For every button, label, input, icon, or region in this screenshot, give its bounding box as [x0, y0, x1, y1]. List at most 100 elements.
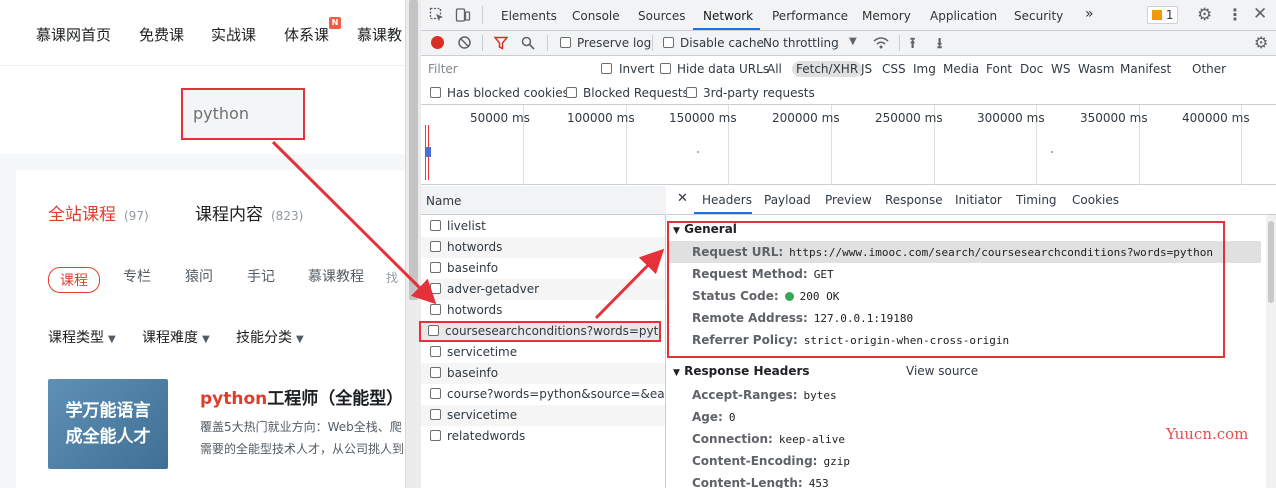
type-all[interactable]: All: [767, 62, 782, 76]
nav-practical-courses[interactable]: 实战课: [211, 24, 256, 45]
close-details-icon[interactable]: ✕: [677, 191, 688, 206]
type-fetch-xhr[interactable]: Fetch/XHR: [792, 61, 863, 77]
type-font[interactable]: Font: [986, 62, 1012, 76]
type-img[interactable]: Img: [913, 62, 936, 76]
device-toolbar-icon[interactable]: [455, 7, 471, 23]
timeline-request-bar: [426, 147, 431, 157]
timeline-request-bar: [1051, 151, 1053, 153]
nav-home[interactable]: 慕课网首页: [36, 24, 111, 45]
dtab-payload[interactable]: Payload: [764, 193, 811, 207]
filter-course-type[interactable]: 课程类型 ▼: [48, 327, 116, 347]
search-icon[interactable]: [521, 36, 535, 50]
settings-gear-icon[interactable]: ⚙: [1197, 5, 1212, 25]
type-manifest[interactable]: Manifest: [1120, 62, 1171, 76]
timeline-tick-label: 50000 ms: [470, 111, 530, 125]
filter-difficulty-label: 课程难度: [142, 330, 198, 346]
request-row[interactable]: livelist: [421, 216, 665, 237]
course-thumbnail[interactable]: 学万能语言 成全能人才: [48, 379, 168, 469]
details-scrollbar[interactable]: [1266, 215, 1276, 488]
dtab-timing[interactable]: Timing: [1016, 193, 1057, 207]
preserve-log-checkbox[interactable]: [560, 37, 571, 48]
network-conditions-icon[interactable]: [872, 35, 890, 51]
inspect-element-icon[interactable]: [429, 7, 445, 23]
filter-skill[interactable]: 技能分类 ▼: [236, 327, 304, 347]
pill-columns[interactable]: 专栏: [123, 266, 151, 286]
clear-icon[interactable]: [457, 35, 472, 50]
network-settings-gear-icon[interactable]: ⚙: [1254, 33, 1268, 52]
page-scrollbar-thumb[interactable]: [409, 0, 418, 300]
third-party-checkbox[interactable]: [686, 87, 697, 98]
type-media[interactable]: Media: [943, 62, 979, 76]
record-icon[interactable]: [431, 36, 444, 49]
tab-sources[interactable]: Sources: [638, 9, 685, 23]
pill-courses[interactable]: 课程: [48, 267, 100, 293]
request-row[interactable]: coursesearchconditions?words=python: [419, 321, 661, 342]
hide-data-urls-checkbox[interactable]: [660, 63, 671, 74]
type-css[interactable]: CSS: [882, 62, 906, 76]
request-type-icon: [430, 367, 441, 378]
nav-free-courses[interactable]: 免费课: [139, 24, 184, 45]
network-overview-timeline[interactable]: 50000 ms 100000 ms 150000 ms 200000 ms 2…: [421, 105, 1276, 185]
watermark: Yuucn.com: [1166, 425, 1249, 443]
export-har-icon[interactable]: ⭳: [937, 33, 942, 58]
request-row[interactable]: course?words=python&source=&easy...: [421, 384, 665, 405]
request-row[interactable]: baseinfo: [421, 363, 665, 384]
tab-memory[interactable]: Memory: [862, 9, 911, 23]
type-doc[interactable]: Doc: [1020, 62, 1043, 76]
request-type-icon: [430, 430, 441, 441]
site-search-input[interactable]: python: [181, 88, 305, 140]
dtab-headers[interactable]: Headers: [702, 193, 752, 207]
request-row[interactable]: adver-getadver: [421, 279, 665, 300]
more-tabs-icon[interactable]: »: [1085, 6, 1094, 22]
request-row[interactable]: baseinfo: [421, 258, 665, 279]
type-js[interactable]: JS: [861, 62, 872, 76]
filter-difficulty[interactable]: 课程难度 ▼: [142, 327, 210, 347]
kebab-menu-icon[interactable]: ⋮: [1227, 5, 1243, 24]
nav-tutorials[interactable]: 慕课教: [357, 24, 402, 45]
filter-input[interactable]: Filter: [425, 60, 589, 78]
dtab-response[interactable]: Response: [885, 193, 943, 207]
course-title[interactable]: python工程师（全能型）: [200, 384, 403, 409]
request-row[interactable]: hotwords: [421, 237, 665, 258]
invert-checkbox[interactable]: [601, 63, 612, 74]
nav-system-courses[interactable]: 体系课 N: [284, 17, 342, 45]
tab-application[interactable]: Application: [930, 9, 997, 23]
tab-course-content[interactable]: 课程内容 (823): [195, 200, 303, 225]
request-row[interactable]: servicetime: [421, 405, 665, 426]
dtab-cookies[interactable]: Cookies: [1072, 193, 1119, 207]
pill-notes[interactable]: 手记: [247, 266, 275, 286]
request-row[interactable]: servicetime: [421, 342, 665, 363]
name-column-header[interactable]: Name: [421, 186, 666, 215]
view-source-link[interactable]: View source: [906, 364, 978, 378]
disable-cache-checkbox[interactable]: [663, 37, 674, 48]
header-key: Content-Length:: [692, 476, 803, 488]
filter-funnel-icon[interactable]: [494, 36, 508, 50]
close-devtools-icon[interactable]: ✕: [1253, 4, 1267, 24]
issues-badge[interactable]: 1: [1147, 6, 1179, 24]
tab-network[interactable]: Network: [703, 9, 753, 23]
details-scrollbar-thumb[interactable]: [1268, 221, 1274, 303]
pill-qa[interactable]: 猿问: [185, 266, 213, 286]
page-scrollbar[interactable]: [405, 0, 421, 488]
dtab-initiator[interactable]: Initiator: [955, 193, 1002, 207]
request-type-icon: [428, 325, 439, 336]
request-row[interactable]: relatedwords: [421, 426, 665, 447]
request-row[interactable]: hotwords: [421, 300, 665, 321]
tab-all-courses[interactable]: 全站课程 (97): [48, 200, 149, 225]
pill-tutorials[interactable]: 慕课教程: [308, 266, 364, 286]
tab-console[interactable]: Console: [572, 9, 620, 23]
response-headers-section-header[interactable]: ▼ Response Headers: [673, 364, 810, 378]
type-ws[interactable]: WS: [1051, 62, 1070, 76]
blocked-cookies-checkbox[interactable]: [430, 87, 441, 98]
tab-elements[interactable]: Elements: [501, 9, 557, 23]
type-wasm[interactable]: Wasm: [1078, 62, 1114, 76]
dtab-preview[interactable]: Preview: [825, 193, 872, 207]
import-har-icon[interactable]: ⭱: [910, 33, 915, 58]
pill-find[interactable]: 找: [386, 269, 398, 286]
tab-security[interactable]: Security: [1014, 9, 1063, 23]
blocked-requests-checkbox[interactable]: [566, 87, 577, 98]
tab-performance[interactable]: Performance: [772, 9, 848, 23]
type-other[interactable]: Other: [1192, 62, 1226, 76]
response-headers-title: Response Headers: [684, 364, 810, 378]
throttling-select[interactable]: No throttling: [763, 36, 839, 50]
